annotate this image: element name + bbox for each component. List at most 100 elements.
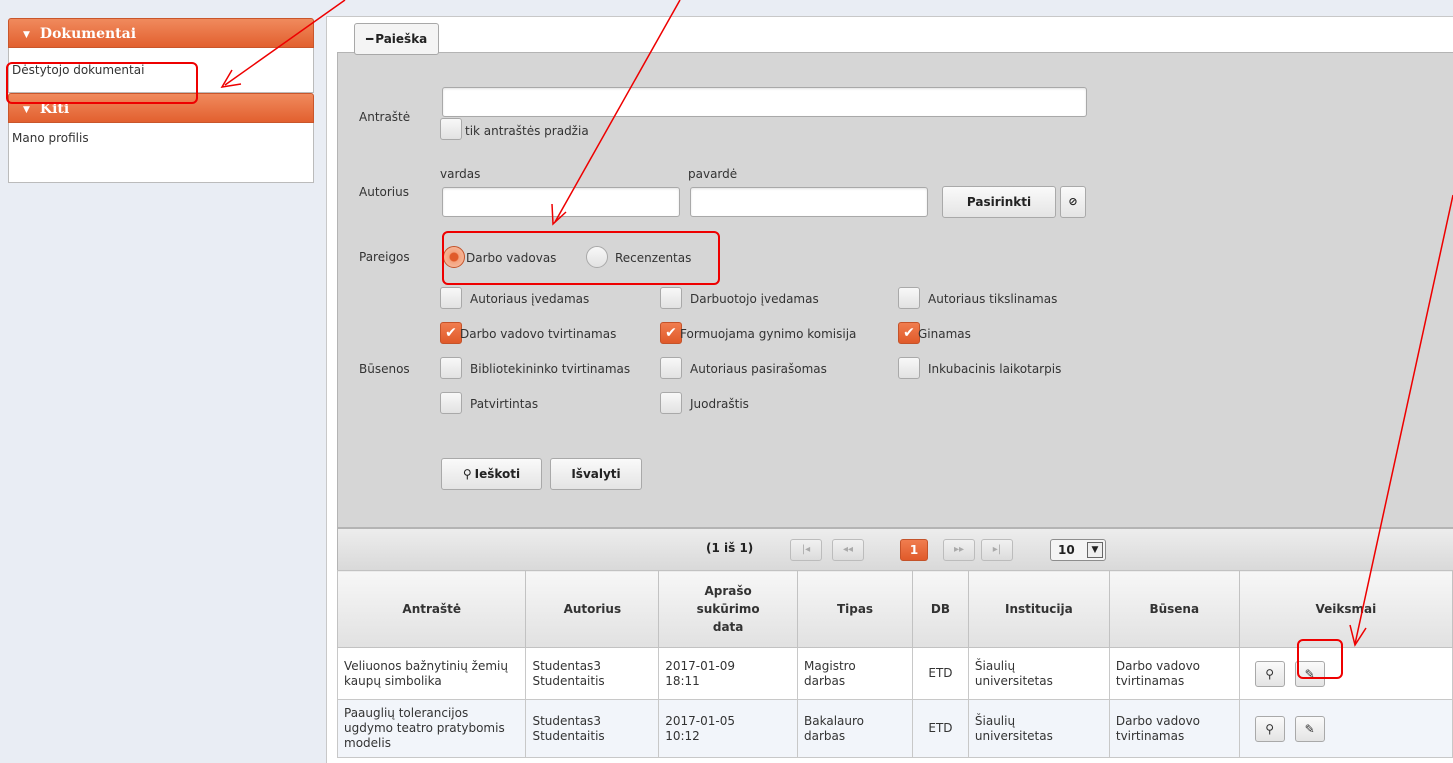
column-header: Veiksmai bbox=[1238, 570, 1453, 648]
title-input[interactable] bbox=[442, 87, 1087, 117]
choose-author-button[interactable]: Pasirinkti bbox=[942, 186, 1056, 218]
last-name-label: pavardė bbox=[688, 167, 738, 181]
last-page-button[interactable]: ▸| bbox=[981, 539, 1013, 561]
column-header[interactable]: Antraštė bbox=[336, 570, 527, 648]
view-button[interactable]: ⚲ bbox=[1254, 715, 1285, 742]
accordion-body-kiti: Mano profilis bbox=[8, 123, 314, 183]
cell-author: Studentas3 Studentaitis bbox=[525, 647, 660, 700]
accordion-title: Kiti bbox=[39, 101, 70, 117]
pencil-icon: ✎ bbox=[1304, 721, 1315, 736]
column-header[interactable]: Institucija bbox=[967, 570, 1110, 648]
first-name-label: vardas bbox=[440, 167, 481, 181]
pencil-icon: ✎ bbox=[1304, 666, 1315, 681]
status-checkbox[interactable] bbox=[440, 357, 462, 379]
status-checkbox[interactable]: ✔ bbox=[898, 322, 920, 344]
role-label: Pareigos bbox=[359, 250, 410, 264]
dropdown-arrow-icon: ▼ bbox=[1087, 542, 1103, 558]
role-label-darbo-vadovas: Darbo vadovas bbox=[466, 251, 557, 265]
column-header[interactable]: Būsena bbox=[1108, 570, 1240, 648]
cancel-icon: ⊘ bbox=[1068, 195, 1078, 208]
clear-author-button[interactable]: ⊘ bbox=[1060, 186, 1086, 218]
table-row: Paauglių tolerancijos ugdymo teatro prat… bbox=[336, 699, 1453, 758]
search-legend-toggle[interactable]: ━ Paieška bbox=[354, 23, 440, 55]
table-header-row: Antraštė Autorius Aprašo sukūrimo data T… bbox=[336, 570, 1453, 648]
cell-title: Veliuonos bažnytinių žemių kaupų simboli… bbox=[336, 647, 527, 700]
cell-type: Bakalauro darbas bbox=[797, 699, 913, 758]
role-label-recenzentas: Recenzentas bbox=[615, 251, 692, 265]
magnifier-icon: ⚲ bbox=[1265, 666, 1275, 681]
status-checkbox-label: Inkubacinis laikotarpis bbox=[928, 362, 1062, 376]
column-header[interactable]: DB bbox=[911, 570, 969, 648]
cell-db: ETD bbox=[911, 699, 969, 758]
status-checkbox-label: Autoriaus tikslinamas bbox=[928, 292, 1058, 306]
status-checkbox[interactable] bbox=[898, 357, 920, 379]
next-page-button[interactable]: ▸▸ bbox=[943, 539, 975, 561]
magnifier-icon: ⚲ bbox=[462, 467, 472, 481]
column-header[interactable]: Aprašo sukūrimo data bbox=[658, 570, 799, 648]
table-row: Veliuonos bažnytinių žemių kaupų simboli… bbox=[336, 647, 1453, 700]
accordion-header-dokumentai[interactable]: ▼ Dokumentai bbox=[8, 18, 314, 48]
status-checkbox[interactable] bbox=[440, 392, 462, 414]
column-header[interactable]: Autorius bbox=[525, 570, 660, 648]
status-checkbox[interactable] bbox=[898, 287, 920, 309]
minus-icon: ━ bbox=[366, 32, 374, 46]
cell-date: 2017-01-05 10:12 bbox=[658, 699, 799, 758]
cell-type: Magistro darbas bbox=[797, 647, 913, 700]
cell-status: Darbo vadovo tvirtinamas bbox=[1108, 647, 1240, 700]
status-checkbox-label: Ginamas bbox=[918, 327, 971, 341]
title-label: Antraštė bbox=[359, 110, 411, 124]
checkmark-icon: ✔ bbox=[445, 325, 457, 341]
page-size-select[interactable]: 10 ▼ bbox=[1050, 539, 1106, 561]
first-page-button[interactable]: |◂ bbox=[790, 539, 822, 561]
triangle-down-icon: ▼ bbox=[23, 30, 30, 40]
edit-button[interactable]: ✎ bbox=[1294, 660, 1325, 687]
edit-button[interactable]: ✎ bbox=[1294, 715, 1325, 742]
prev-page-button[interactable]: ◂◂ bbox=[832, 539, 864, 561]
role-radio-recenzentas[interactable] bbox=[586, 246, 608, 268]
accordion-title: Dokumentai bbox=[39, 26, 137, 42]
prefix-only-label: tik antraštės pradžia bbox=[465, 124, 589, 138]
status-checkbox[interactable] bbox=[440, 287, 462, 309]
sidebar-item-destytojo-dokumentai[interactable]: Dėstytojo dokumentai bbox=[9, 48, 313, 92]
status-checkbox-label: Autoriaus pasirašomas bbox=[690, 362, 827, 376]
last-name-input[interactable] bbox=[690, 187, 928, 217]
page-info: (1 iš 1) bbox=[706, 541, 754, 555]
accordion-header-kiti[interactable]: ▼ Kiti bbox=[8, 93, 314, 123]
prefix-only-checkbox[interactable] bbox=[440, 118, 462, 140]
search-button[interactable]: ⚲ Ieškoti bbox=[441, 458, 542, 490]
sidebar: ▼ Dokumentai Dėstytojo dokumentai ▼ Kiti M… bbox=[8, 18, 314, 183]
cell-title: Paauglių tolerancijos ugdymo teatro prat… bbox=[336, 699, 527, 758]
first-name-input[interactable] bbox=[442, 187, 680, 217]
status-checkbox[interactable] bbox=[660, 287, 682, 309]
cell-actions: ⚲ ✎ bbox=[1238, 647, 1453, 700]
reset-button[interactable]: Išvalyti bbox=[550, 458, 642, 490]
paginator: (1 iš 1) |◂ ◂◂ 1 ▸▸ ▸| 10 ▼ bbox=[337, 528, 1453, 571]
magnifier-icon: ⚲ bbox=[1265, 721, 1275, 736]
view-button[interactable]: ⚲ bbox=[1254, 660, 1285, 687]
status-checkbox[interactable]: ✔ bbox=[660, 322, 682, 344]
status-checkbox-label: Darbuotojo įvedamas bbox=[690, 292, 819, 306]
legend-label: Paieška bbox=[375, 32, 428, 46]
status-checkbox-label: Patvirtintas bbox=[470, 397, 539, 411]
status-checkbox-label: Formuojama gynimo komisija bbox=[680, 327, 857, 341]
cell-status: Darbo vadovo tvirtinamas bbox=[1108, 699, 1240, 758]
status-checkbox[interactable] bbox=[660, 357, 682, 379]
checkmark-icon: ✔ bbox=[903, 325, 915, 341]
status-checkbox[interactable]: ✔ bbox=[440, 322, 462, 344]
results-table: Antraštė Autorius Aprašo sukūrimo data T… bbox=[336, 570, 1453, 758]
status-checkbox-label: Darbo vadovo tvirtinamas bbox=[460, 327, 617, 341]
status-checkbox-label: Autoriaus įvedamas bbox=[470, 292, 590, 306]
author-label: Autorius bbox=[359, 185, 409, 199]
search-button-label: Ieškoti bbox=[474, 467, 521, 481]
cell-author: Studentas3 Studentaitis bbox=[525, 699, 660, 758]
column-header[interactable]: Tipas bbox=[797, 570, 913, 648]
cell-db: ETD bbox=[911, 647, 969, 700]
page-size-value: 10 bbox=[1058, 543, 1075, 557]
role-radio-darbo-vadovas[interactable] bbox=[443, 246, 465, 268]
current-page-button[interactable]: 1 bbox=[900, 539, 928, 561]
cell-institution: Šiaulių universitetas bbox=[967, 699, 1110, 758]
cell-actions: ⚲ ✎ bbox=[1238, 699, 1453, 758]
accordion-body-dokumentai: Dėstytojo dokumentai bbox=[8, 48, 314, 93]
status-checkbox[interactable] bbox=[660, 392, 682, 414]
sidebar-item-mano-profilis[interactable]: Mano profilis bbox=[9, 123, 313, 153]
